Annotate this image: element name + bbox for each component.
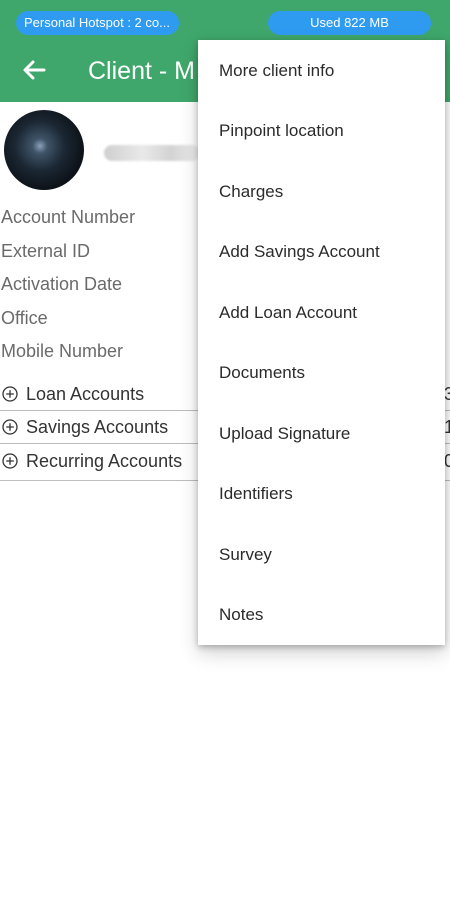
menu-item-add-loan-account[interactable]: Add Loan Account	[198, 283, 445, 343]
external-id-label: External ID	[1, 241, 91, 261]
office-label: Office	[1, 308, 48, 328]
data-usage-indicator: Used 822 MB	[268, 11, 431, 35]
mobile-number-label: Mobile Number	[1, 341, 124, 361]
menu-item-documents[interactable]: Documents	[198, 343, 445, 403]
arrow-left-icon[interactable]	[20, 56, 48, 84]
expand-plus-icon	[2, 386, 18, 402]
client-avatar[interactable]	[4, 110, 84, 190]
expand-plus-icon	[2, 453, 18, 469]
account-number-label: Account Number	[1, 207, 136, 227]
overflow-menu: More client info Pinpoint location Charg…	[198, 40, 445, 645]
page-title: Client - M	[88, 57, 195, 85]
expand-plus-icon	[2, 419, 18, 435]
hotspot-indicator[interactable]: Personal Hotspot : 2 co...	[16, 11, 179, 35]
menu-item-upload-signature[interactable]: Upload Signature	[198, 404, 445, 464]
client-name-redacted	[104, 145, 200, 161]
menu-item-notes[interactable]: Notes	[198, 585, 445, 645]
menu-item-more-client-info[interactable]: More client info	[198, 41, 445, 101]
menu-item-add-savings-account[interactable]: Add Savings Account	[198, 222, 445, 282]
savings-accounts-label: Savings Accounts	[26, 417, 169, 437]
menu-item-survey[interactable]: Survey	[198, 525, 445, 585]
menu-item-identifiers[interactable]: Identifiers	[198, 464, 445, 524]
loan-accounts-label: Loan Accounts	[26, 384, 145, 404]
activation-date-label: Activation Date	[1, 274, 123, 294]
recurring-accounts-label: Recurring Accounts	[26, 451, 183, 471]
menu-item-pinpoint-location[interactable]: Pinpoint location	[198, 101, 445, 161]
menu-item-charges[interactable]: Charges	[198, 162, 445, 222]
